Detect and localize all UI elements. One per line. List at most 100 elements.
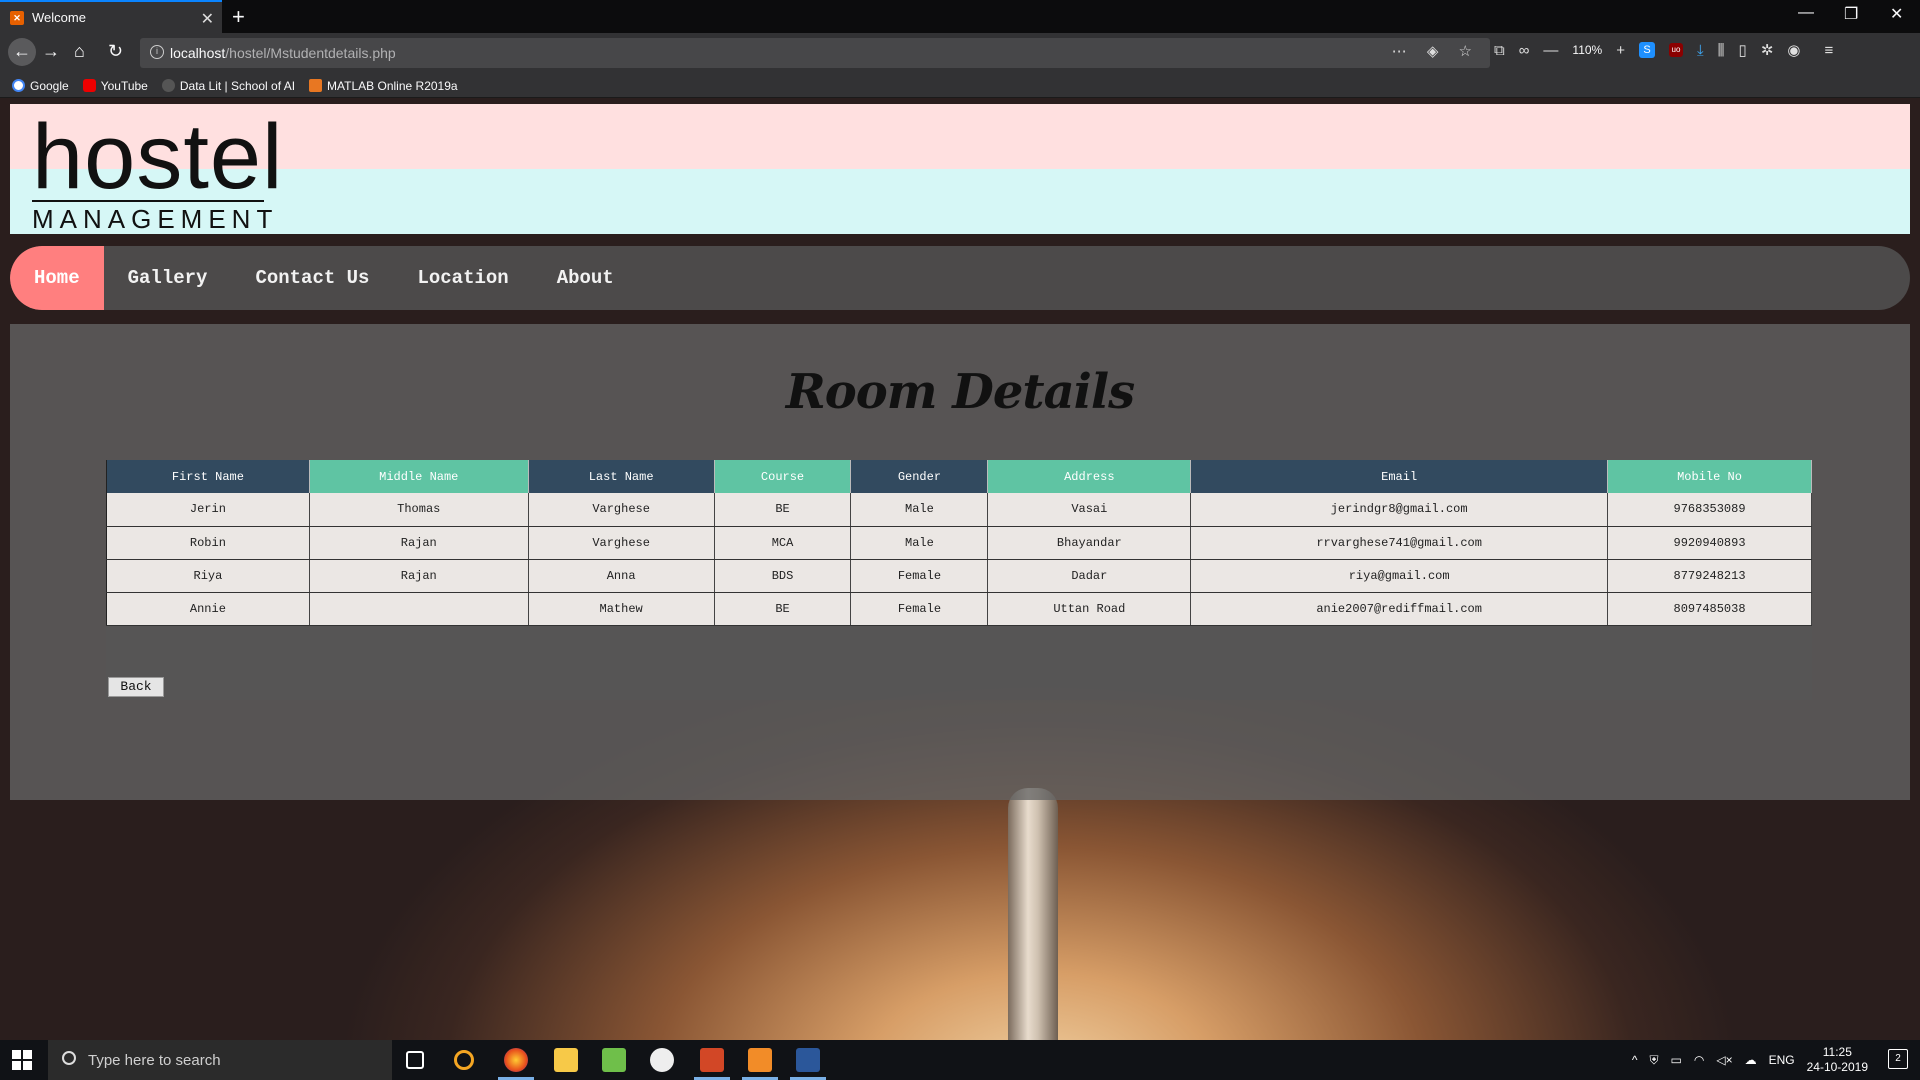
settings-icon[interactable]: ✲	[1761, 41, 1774, 59]
table-cell: BE	[714, 493, 852, 527]
mask-icon[interactable]: ∞	[1519, 42, 1530, 59]
close-window-icon[interactable]: ✕	[1890, 4, 1903, 24]
logo-sub-text: MANAGEMENT	[32, 200, 272, 235]
clock[interactable]: 11:25 24-10-2019	[1807, 1045, 1868, 1075]
taskbar-search[interactable]: Type here to search	[48, 1040, 392, 1080]
table-cell: 9768353089	[1607, 493, 1812, 527]
new-tab-icon[interactable]: +	[232, 4, 245, 30]
zoom-in-icon[interactable]: +	[1616, 42, 1625, 59]
table-cell: riya@gmail.com	[1190, 559, 1609, 593]
ublock-icon[interactable]: uo	[1669, 43, 1683, 57]
restore-icon[interactable]: ❐	[1844, 4, 1858, 24]
table-cell: BE	[714, 592, 852, 626]
table-cell: jerindgr8@gmail.com	[1190, 493, 1609, 527]
back-button[interactable]: Back	[108, 677, 164, 697]
column-header: Mobile No	[1607, 460, 1812, 493]
page-viewport: hostel MANAGEMENT Home Gallery Contact U…	[0, 98, 1920, 1040]
bookmarks-bar: Google YouTube Data Lit | School of AI M…	[0, 74, 1920, 98]
library-icon[interactable]: ⫼	[1718, 42, 1725, 59]
column-header: Email	[1190, 460, 1609, 493]
column-header: Last Name	[528, 460, 715, 493]
youtube-icon	[82, 79, 96, 92]
home-icon[interactable]: ⌂	[74, 41, 85, 62]
volume-icon[interactable]: ◁×	[1716, 1053, 1732, 1067]
site-logo[interactable]: hostel MANAGEMENT	[32, 111, 292, 234]
table-cell: anie2007@rediffmail.com	[1190, 592, 1609, 626]
minimize-icon[interactable]: —	[1798, 4, 1814, 22]
search-placeholder: Type here to search	[88, 1051, 221, 1069]
notepad-plus-icon[interactable]	[602, 1048, 626, 1072]
bookmark-datalit[interactable]: Data Lit | School of AI	[161, 79, 295, 93]
wifi-icon[interactable]: ◠	[1694, 1053, 1704, 1067]
column-header: Address	[987, 460, 1192, 493]
details-table-wrap: First Name Middle Name Last Name Course …	[106, 460, 1812, 700]
chevron-up-icon[interactable]: ^	[1632, 1053, 1638, 1067]
address-bar[interactable]: i localhost/hostel/Mstudentdetails.php ⋯…	[140, 38, 1490, 68]
menu-item-location[interactable]: Location	[393, 246, 532, 310]
table-cell: 8779248213	[1607, 559, 1812, 593]
column-header: First Name	[106, 460, 310, 493]
account-icon[interactable]: ◉	[1787, 41, 1800, 59]
browser-tab[interactable]: ✕ Welcome ✕	[0, 0, 222, 33]
defender-icon[interactable]: ⛨	[1650, 1053, 1659, 1068]
reload-icon[interactable]: ↻	[108, 41, 123, 62]
lamp-background	[1008, 788, 1058, 1040]
table-cell: Rajan	[309, 559, 529, 593]
search-icon	[62, 1051, 76, 1065]
table-cell: Male	[850, 526, 989, 560]
browser-tabbar: ✕ Welcome ✕ + — ❐ ✕	[0, 0, 1920, 33]
clock-time: 11:25	[1822, 1045, 1852, 1059]
site-header: hostel MANAGEMENT	[10, 104, 1910, 234]
table-cell: Jerin	[106, 493, 310, 527]
table-cell: Vasai	[987, 493, 1192, 527]
menu-item-contact[interactable]: Contact Us	[231, 246, 393, 310]
task-view-icon[interactable]	[406, 1051, 424, 1069]
bookmark-google[interactable]: Google	[12, 79, 69, 93]
battery-icon[interactable]: ▭	[1671, 1053, 1682, 1067]
powerpoint-icon[interactable]	[700, 1048, 724, 1072]
back-arrow-icon[interactable]: ←	[8, 38, 36, 66]
table-row: Jerin Thomas Varghese BE Male Vasai jeri…	[106, 493, 1812, 527]
table-cell: Anna	[528, 559, 715, 593]
table-cell: Thomas	[309, 493, 529, 527]
zoom-level[interactable]: 110%	[1572, 43, 1602, 57]
file-explorer-icon[interactable]	[554, 1048, 578, 1072]
table-cell: rrvarghese741@gmail.com	[1190, 526, 1609, 560]
page-actions-icons[interactable]: ⋯ ◈ ☆	[1392, 42, 1480, 60]
info-icon[interactable]: i	[150, 45, 164, 59]
menu-item-gallery[interactable]: Gallery	[104, 246, 232, 310]
tab-sync-icon[interactable]: ⧉	[1494, 42, 1505, 59]
url-host: localhost	[170, 45, 226, 61]
photos-icon[interactable]	[650, 1048, 674, 1072]
download-icon[interactable]: ⤓	[1697, 42, 1704, 59]
word-icon[interactable]	[796, 1048, 820, 1072]
firefox-icon[interactable]	[504, 1048, 528, 1072]
skype-icon[interactable]: S	[1639, 42, 1655, 58]
table-row: Riya Rajan Anna BDS Female Dadar riya@gm…	[106, 559, 1812, 593]
browser-navbar: ← → ⌂ ↻ i localhost/hostel/Mstudentdetai…	[0, 33, 1920, 74]
notification-icon[interactable]: 2	[1888, 1049, 1908, 1069]
menu-item-home[interactable]: Home	[10, 246, 104, 310]
search-app-icon[interactable]	[454, 1050, 474, 1070]
sidebar-icon[interactable]: ▯	[1739, 41, 1747, 59]
table-cell: Annie	[106, 592, 310, 626]
clock-date: 24-10-2019	[1806, 1060, 1868, 1074]
column-header: Course	[714, 460, 852, 493]
main-menu: Home Gallery Contact Us Location About	[10, 246, 1910, 310]
menu-icon[interactable]: ≡	[1824, 42, 1833, 59]
zoom-out-icon[interactable]: —	[1543, 42, 1558, 59]
datalit-icon	[161, 79, 175, 92]
bookmark-matlab[interactable]: MATLAB Online R2019a	[309, 79, 458, 93]
table-cell: Rajan	[309, 526, 529, 560]
language-indicator[interactable]: ENG	[1769, 1053, 1795, 1067]
bookmark-youtube[interactable]: YouTube	[82, 79, 148, 93]
menu-item-about[interactable]: About	[533, 246, 638, 310]
table-cell: Bhayandar	[987, 526, 1192, 560]
table-cell: Mathew	[528, 592, 715, 626]
close-tab-icon[interactable]: ✕	[201, 9, 214, 29]
table-cell: Robin	[106, 526, 310, 560]
windows-start-icon[interactable]	[12, 1050, 32, 1070]
xampp-app-icon[interactable]	[748, 1048, 772, 1072]
forward-arrow-icon[interactable]: →	[42, 41, 60, 62]
onedrive-icon[interactable]: ☁	[1745, 1053, 1757, 1067]
